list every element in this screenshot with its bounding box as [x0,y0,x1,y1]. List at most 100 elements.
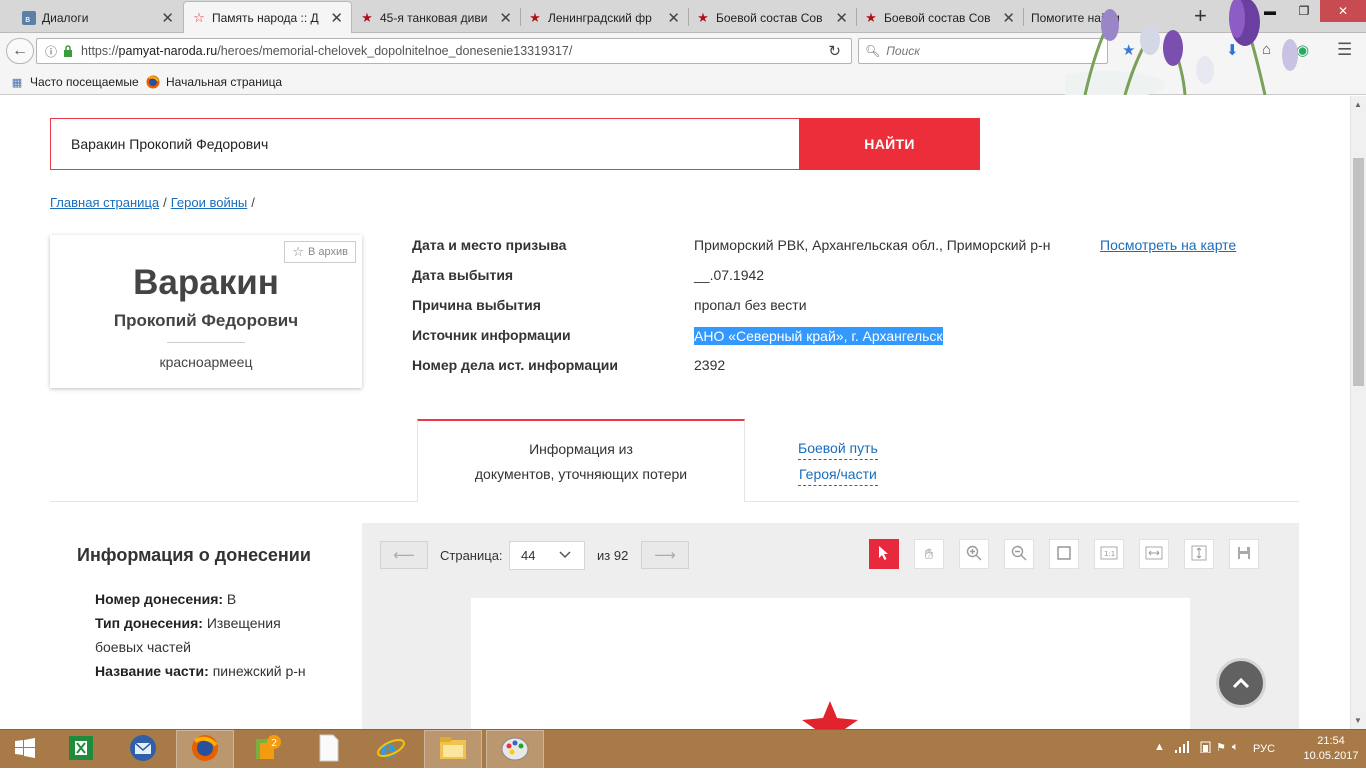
taskbar-document[interactable] [300,730,358,769]
actual-size-button[interactable]: 1:1 [1094,539,1124,569]
system-clock[interactable]: 21:54 10.05.2017 [1300,734,1362,764]
cursor-icon [877,545,891,564]
hero-search-input[interactable]: Варакин Прокопий Федорович [50,118,800,170]
close-tab-icon[interactable]: ✕ [499,9,512,27]
arrow-left-icon: ← [12,42,28,59]
taskbar-excel[interactable] [52,730,110,769]
scroll-down-icon[interactable]: ▼ [1354,716,1362,725]
bookmark-frequently-visited[interactable]: ▦ Часто посещаемые [10,75,139,89]
arrow-right-icon: ⟶ [654,547,676,564]
paint-palette-icon [500,734,530,765]
firefox-icon [146,75,160,89]
scroll-to-top-button[interactable] [1216,658,1266,708]
document-icon [317,733,341,766]
hand-icon: ✋︎ [924,545,934,563]
page-scrollbar[interactable]: ▲ ▼ [1350,96,1366,729]
tab-help-find[interactable]: Помогите найти [1023,2,1183,33]
tab-combat-composition-2[interactable]: ★ Боевой состав Сов ✕ [856,2,1023,33]
taskbar-firefox[interactable] [176,730,234,769]
mail-client-icon [128,733,158,766]
breadcrumb-heroes[interactable]: Герои войны [171,195,248,210]
detail-value: __.07.1942 [694,267,765,283]
taskbar-torrent[interactable]: 2 [238,730,296,769]
bookmark-start-page[interactable]: Начальная страница [146,75,282,89]
fit-width-button[interactable] [1139,539,1169,569]
volume-muted-icon[interactable]: 🔈︎ [1232,741,1239,754]
document-viewer: ⟵ Страница: 44 из 92 ⟶ ✋︎ 1:1 [362,523,1299,729]
tray-expand-icon[interactable]: ▲ [1154,741,1165,753]
internet-explorer-icon: e [376,733,406,766]
taskbar-thunderbird[interactable] [114,730,172,769]
star-outline-icon: ☆ [292,244,304,259]
next-page-button[interactable]: ⟶ [641,541,689,569]
save-button[interactable] [1229,539,1259,569]
menu-icon[interactable]: ☰ [1337,40,1352,60]
download-icon[interactable]: ⬇ [1226,41,1239,59]
detail-label: Дата и место призыва [412,237,567,253]
view-on-map-link[interactable]: Посмотреть на карте [1100,237,1236,253]
home-icon[interactable]: ⌂ [1262,41,1271,58]
windows-taskbar: 2 e ▲ ⚑ 🔈︎ РУС 21:54 10.05.2017 [0,729,1366,769]
select-tool-button[interactable] [869,539,899,569]
fit-height-button[interactable] [1184,539,1214,569]
torrent-icon: 2 [252,733,282,766]
breadcrumb-home[interactable]: Главная страница [50,195,159,210]
close-tab-icon[interactable]: ✕ [667,9,680,27]
reload-icon[interactable]: ↻ [828,42,841,60]
star-outline-icon: ☆ [193,10,205,25]
tab-45-tank-division[interactable]: ★ 45-я танковая диви ✕ [352,2,520,33]
close-tab-icon[interactable]: ✕ [835,9,848,27]
report-info: Номер донесения: В Тип донесения: Извеще… [95,587,310,683]
hand-tool-button[interactable]: ✋︎ [914,539,944,569]
tab-loss-documents[interactable]: Информация из документов, уточняющих пот… [417,419,745,502]
prev-page-button[interactable]: ⟵ [380,541,428,569]
tab-label: Героя/части [798,463,878,486]
windows-logo-icon [14,737,36,762]
page-icon [1056,545,1072,564]
detail-row-departure-date: Дата выбытия __.07.1942 [412,267,1312,287]
tab-pamyat-naroda[interactable]: ☆ Память народа :: Д ✕ [183,1,352,34]
battery-icon[interactable] [1199,741,1213,756]
url-bar[interactable]: ⓘ https://pamyat-naroda.ru/heroes/memori… [36,38,852,64]
minimize-button[interactable]: ▬ [1254,0,1286,22]
folder-icon [438,735,468,764]
add-to-archive-button[interactable]: ☆ В архив [284,241,356,263]
taskbar-paint[interactable] [486,730,544,769]
page-select[interactable]: 44 [509,541,585,570]
extension-icon[interactable]: ◉ [1296,41,1309,59]
close-tab-icon[interactable]: ✕ [330,9,343,27]
taskbar-file-explorer[interactable] [424,730,482,769]
bookmark-star-icon[interactable]: ★ [1122,41,1135,59]
zoom-in-button[interactable] [959,539,989,569]
page-select-value: 44 [521,548,536,563]
taskbar-internet-explorer[interactable]: e [362,730,420,769]
close-tab-icon[interactable]: ✕ [161,9,174,27]
tab-title: Память народа :: Д [212,11,319,25]
restore-button[interactable]: ❐ [1288,0,1320,22]
tab-combat-composition-1[interactable]: ★ Боевой состав Сов ✕ [688,2,856,33]
navigation-bar: ← ⓘ https://pamyat-naroda.ru/heroes/memo… [0,33,1366,69]
close-tab-icon[interactable]: ✕ [1002,9,1015,27]
fit-width-icon [1145,545,1163,564]
browser-search-field[interactable]: 🔍︎ Поиск [858,38,1108,64]
arrow-left-icon: ⟵ [393,547,415,564]
network-signal-icon[interactable] [1175,741,1189,756]
zoom-out-button[interactable] [1004,539,1034,569]
detail-value: Приморский РВК, Архангельская обл., Прим… [694,237,1051,253]
tab-dialogs[interactable]: в Диалоги ✕ [14,2,182,33]
scroll-up-icon[interactable]: ▲ [1354,100,1362,109]
actual-size-icon: 1:1 [1100,545,1118,564]
back-button[interactable]: ← [6,38,34,64]
new-tab-button[interactable]: + [1194,3,1207,29]
close-window-button[interactable]: ✕ [1320,0,1366,22]
fit-page-button[interactable] [1049,539,1079,569]
bookmark-folder-icon: ▦ [11,76,23,89]
find-button[interactable]: НАЙТИ [799,118,980,170]
language-indicator[interactable]: РУС [1253,743,1275,755]
flag-icon[interactable]: ⚑ [1216,741,1226,754]
tab-combat-path[interactable]: Боевой путь Героя/части [798,437,878,489]
start-button[interactable] [0,730,50,769]
scrollbar-thumb[interactable] [1353,158,1364,386]
info-icon[interactable]: ⓘ [45,43,57,60]
tab-leningrad-front[interactable]: ★ Ленинградский фр ✕ [520,2,688,33]
